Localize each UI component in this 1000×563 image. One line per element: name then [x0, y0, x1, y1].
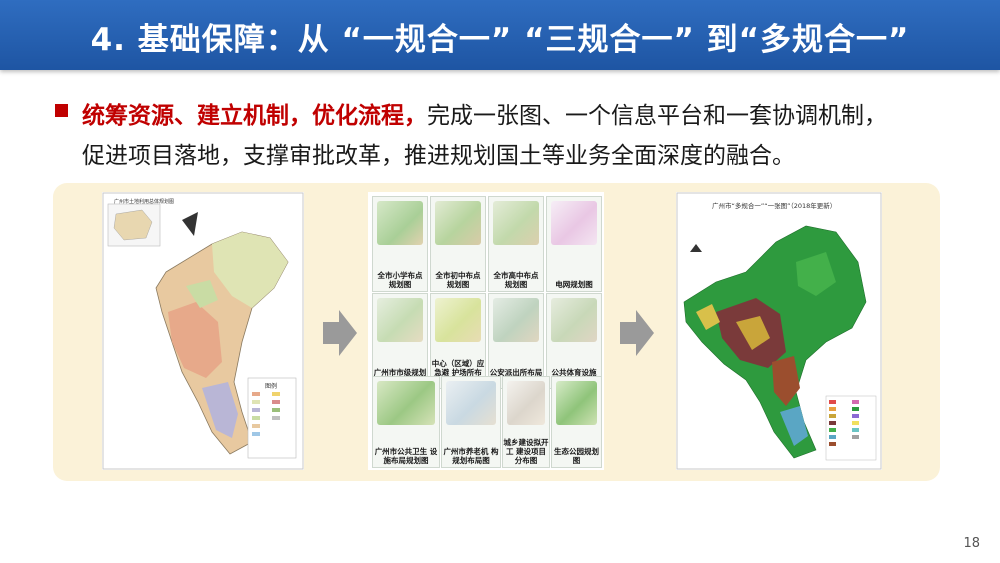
bullet-square-icon: [55, 104, 68, 117]
plan-thumbnail-map: [377, 298, 423, 342]
plan-thumbnail: 城乡建设拟开工 建设项目分布图: [502, 376, 550, 468]
plan-thumbnail-map: [556, 381, 597, 425]
plan-thumbnail: 广州市养老机 构规划布局图: [441, 376, 501, 468]
plan-thumbnail: 全市高中布点 规划图: [488, 196, 544, 292]
plan-thumbnail-map: [493, 298, 539, 342]
plan-thumbnail: 广州市市级规划 消防站布局图: [372, 293, 428, 389]
plan-thumbnail-caption: 广州市公共卫生 设施布局规划图: [374, 447, 438, 465]
multi-plan-map-title: 广州市“多规合一”“一张图”（2018年更新）: [712, 202, 837, 210]
plan-thumbnail: 公安派出所布局 规划图: [488, 293, 544, 389]
plan-thumbnail-map: [446, 381, 496, 425]
plan-thumbnail-map: [493, 201, 539, 245]
plan-thumbnail-map: [435, 201, 481, 245]
land-use-map: 广州市土地利用总体规划图 图例: [102, 192, 304, 470]
title-bar: 4. 基础保障：从 “一规合一” “三规合一” 到“多规合一”: [0, 0, 1000, 70]
plan-thumbnail-caption: 广州市养老机 构规划布局图: [443, 447, 499, 465]
land-use-map-graphic: [102, 192, 304, 470]
plan-thumbnail-map: [377, 381, 435, 425]
plan-thumbnail-caption: 全市初中布点 规划图: [435, 271, 481, 289]
land-use-legend-title: 图例: [265, 383, 278, 390]
plan-thumbnail: 中心（区域）应急避 护场所布点规划图: [430, 293, 486, 389]
plan-thumbnail: 公共体育设施 布局规划图: [546, 293, 602, 389]
plan-thumbnail: 广州市公共卫生 设施布局规划图: [372, 376, 440, 468]
multi-plan-map-graphic: [676, 192, 882, 470]
plan-thumbnail-map: [551, 201, 597, 245]
plan-thumbnail-caption: 全市小学布点 规划图: [377, 271, 423, 289]
plan-thumbnail-map: [551, 298, 597, 342]
body-line-2: 促进项目落地，支撑审批改革，推进规划国土等业务全面深度的融合。: [82, 143, 795, 169]
plan-thumbnail-map: [435, 298, 481, 342]
plan-thumbnail: 全市初中布点 规划图: [430, 196, 486, 292]
plan-thumbnail-caption: 城乡建设拟开工 建设项目分布图: [503, 438, 549, 465]
slide-title: 4. 基础保障：从 “一规合一” “三规合一” 到“多规合一”: [90, 22, 910, 58]
plan-thumbnail-caption: 电网规划图: [555, 280, 593, 289]
plan-thumbnail-caption: 全市高中布点 规划图: [493, 271, 539, 289]
plan-thumbnail: 全市小学布点 规划图: [372, 196, 428, 292]
body-line-1: 统筹资源、建立机制，优化流程，完成一张图、一个信息平台和一套协调机制，: [82, 96, 887, 130]
plan-thumbnail-map: [507, 381, 545, 425]
plan-thumbnail-caption: 生态公园规划图: [554, 447, 599, 465]
arrow-right-icon: [323, 310, 357, 356]
highlight-text: 统筹资源、建立机制，优化流程，: [82, 103, 427, 129]
plan-thumbnail: 电网规划图: [546, 196, 602, 292]
page-number: 18: [963, 536, 980, 551]
multi-plan-one-map: 广州市“多规合一”“一张图”（2018年更新）: [676, 192, 882, 470]
plan-thumbnail-map: [377, 201, 423, 245]
plan-thumbnail: 生态公园规划图: [551, 376, 602, 468]
body-line-1-rest: 完成一张图、一个信息平台和一套协调机制，: [427, 103, 887, 129]
land-use-map-title: 广州市土地利用总体规划图: [114, 199, 175, 205]
arrow-right-icon: [620, 310, 654, 356]
